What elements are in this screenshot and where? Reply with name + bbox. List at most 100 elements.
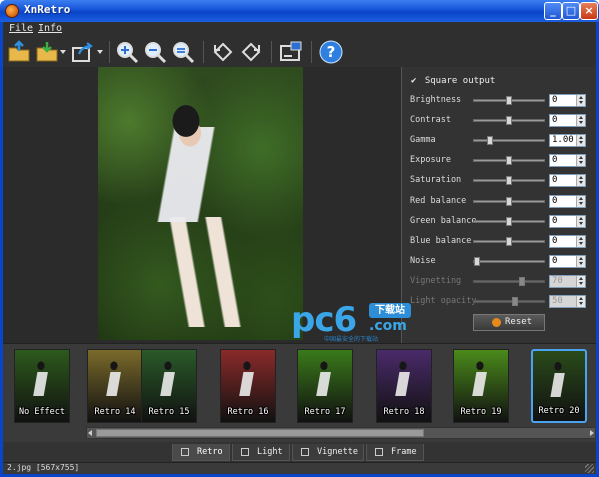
adjustment-slider[interactable] [473,116,545,125]
spin-arrows-icon[interactable] [576,135,585,146]
rotate-right-icon[interactable] [239,40,263,64]
share-icon[interactable] [71,40,95,64]
adjustment-label: Blue balance [410,236,472,246]
scroll-left-icon[interactable] [88,430,92,436]
tab-retro[interactable]: Retro [172,444,230,461]
zoom-in-icon[interactable] [115,40,139,64]
adjustment-spinbox[interactable]: 0 [549,255,586,268]
slider-thumb[interactable] [506,217,512,226]
menu-file[interactable]: File [9,23,33,34]
effect-thumbnail[interactable]: Retro 19 [453,349,509,423]
menu-info[interactable]: Info [38,23,62,34]
preview-photo [98,67,303,340]
window-title: XnRetro [24,3,71,16]
spin-arrows-icon[interactable] [576,256,585,267]
save-dropdown-icon[interactable] [60,50,66,54]
adjustment-slider [473,277,545,286]
open-icon[interactable] [7,40,31,64]
adjustment-slider[interactable] [473,96,545,105]
slider-thumb[interactable] [506,96,512,105]
spin-arrows-icon[interactable] [576,196,585,207]
spin-arrows-icon[interactable] [576,276,585,287]
spin-arrows-icon[interactable] [576,155,585,166]
adjustment-slider [473,297,545,306]
slider-thumb[interactable] [506,197,512,206]
close-button[interactable]: × [580,2,598,20]
minimize-button[interactable]: _ [544,2,562,20]
title-bar[interactable]: XnRetro _ □ × [0,0,599,22]
adjustment-label: Saturation [410,175,462,185]
adjustment-spinbox[interactable]: 0 [549,94,586,107]
app-icon [5,4,19,18]
reset-icon [492,318,501,327]
spinbox-value: 0 [552,95,558,105]
effect-thumbnail[interactable]: Retro 17 [297,349,353,423]
adjustment-slider[interactable] [473,136,545,145]
spinbox-value: 50 [552,296,563,306]
square-output-label: Square output [424,76,496,86]
effect-thumbnail[interactable]: Retro 15 [141,349,197,423]
adjustment-spinbox[interactable]: 0 [549,154,586,167]
zoom-fit-icon[interactable] [171,40,195,64]
adjustment-slider[interactable] [473,156,545,165]
screen-icon[interactable] [279,40,303,64]
effect-thumbnail[interactable]: Retro 16 [220,349,276,423]
reset-button[interactable]: Reset [473,314,545,331]
adjustment-slider[interactable] [473,217,545,226]
save-icon[interactable] [35,40,59,64]
slider-thumb[interactable] [506,237,512,246]
spin-arrows-icon[interactable] [576,216,585,227]
square-output-checkbox[interactable]: ✔ Square output [411,76,495,86]
scroll-right-icon[interactable] [590,430,594,436]
adjustment-spinbox[interactable]: 0 [549,235,586,248]
adjustment-spinbox[interactable]: 0 [549,114,586,127]
spin-arrows-icon[interactable] [576,175,585,186]
help-icon[interactable]: ? [319,40,343,64]
slider-thumb[interactable] [474,257,480,266]
adjustment-spinbox[interactable]: 0 [549,215,586,228]
spinbox-value: 0 [552,236,558,246]
effect-label: No Effect [18,407,66,417]
zoom-out-icon[interactable] [143,40,167,64]
adjustment-spinbox[interactable]: 0 [549,174,586,187]
toolbar-separator [109,41,110,63]
thumbnails-scrollbar[interactable] [86,427,596,439]
spin-arrows-icon[interactable] [576,296,585,307]
spinbox-value: 0 [552,155,558,165]
tab-label: Frame [391,447,417,457]
tab-label: Vignette [317,447,358,457]
effect-thumbnail[interactable]: Retro 18 [376,349,432,423]
adjustment-slider[interactable] [473,237,545,246]
tab-frame-icon [375,448,383,456]
rotate-left-icon[interactable] [211,40,235,64]
tab-label: Retro [197,447,223,457]
spin-arrows-icon[interactable] [576,115,585,126]
toolbar-separator [271,41,272,63]
scrollbar-thumb[interactable] [96,429,424,437]
spin-arrows-icon[interactable] [576,236,585,247]
slider-thumb[interactable] [506,176,512,185]
adjustment-slider[interactable] [473,197,545,206]
spin-arrows-icon[interactable] [576,95,585,106]
tab-frame[interactable]: Frame [366,444,424,461]
tab-retro-icon [181,448,189,456]
toolbar-separator [311,41,312,63]
effect-thumbnail[interactable]: Retro 20 [531,349,587,423]
adjustment-spinbox[interactable]: 0 [549,195,586,208]
adjustment-slider[interactable] [473,176,545,185]
slider-thumb [519,277,525,286]
adjustment-label: Light opacity [410,296,477,306]
adjustment-spinbox[interactable]: 1.00 [549,134,586,147]
slider-thumb[interactable] [487,136,493,145]
slider-thumb[interactable] [506,116,512,125]
resize-grip-icon[interactable] [585,464,594,473]
share-dropdown-icon[interactable] [97,50,103,54]
tab-vignette[interactable]: Vignette [292,444,364,461]
adjustment-slider[interactable] [473,257,545,266]
tab-light[interactable]: Light [232,444,290,461]
maximize-button[interactable]: □ [562,2,580,20]
effect-thumbnail[interactable]: Retro 14 [87,349,143,423]
effect-thumbnail[interactable]: No Effect [14,349,70,423]
slider-thumb[interactable] [506,156,512,165]
effect-label: Retro 15 [148,407,190,417]
